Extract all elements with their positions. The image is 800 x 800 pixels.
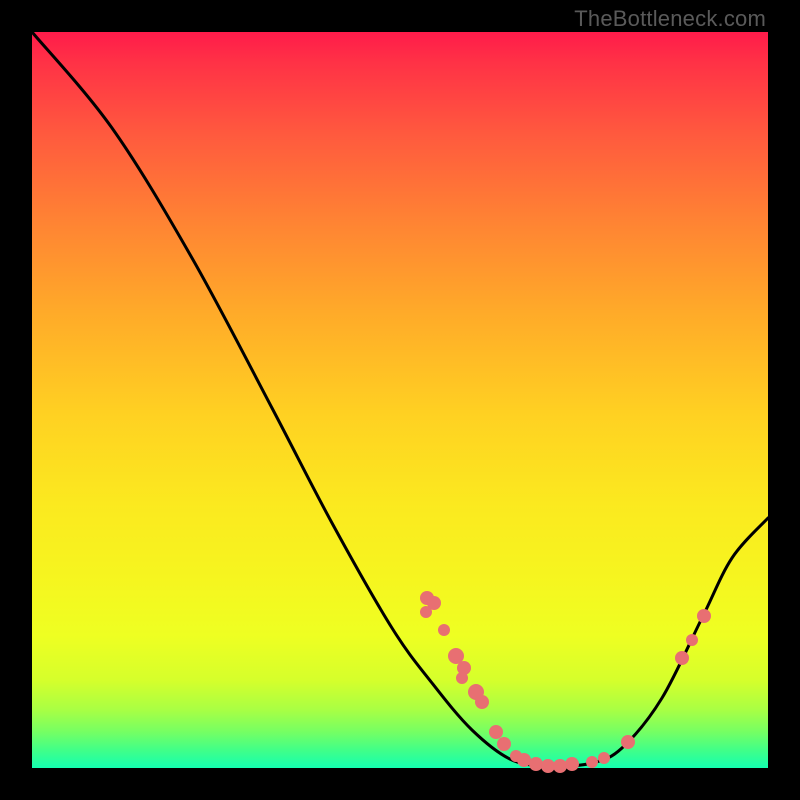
chart-marker xyxy=(675,651,689,665)
chart-marker xyxy=(517,753,531,767)
chart-marker xyxy=(489,725,503,739)
chart-marker xyxy=(475,695,489,709)
chart-marker xyxy=(553,759,567,773)
chart-curve xyxy=(32,32,768,766)
chart-marker xyxy=(621,735,635,749)
chart-marker xyxy=(598,752,610,764)
chart-marker xyxy=(438,624,450,636)
chart-marker xyxy=(456,672,468,684)
chart-marker xyxy=(541,759,555,773)
chart-markers xyxy=(420,591,711,773)
chart-svg xyxy=(32,32,768,768)
chart-marker xyxy=(565,757,579,771)
chart-marker xyxy=(697,609,711,623)
chart-marker xyxy=(497,737,511,751)
chart-marker xyxy=(586,756,598,768)
watermark-text: TheBottleneck.com xyxy=(574,6,766,32)
chart-marker xyxy=(686,634,698,646)
chart-marker xyxy=(420,606,432,618)
chart-marker xyxy=(529,757,543,771)
chart-frame xyxy=(32,32,768,768)
